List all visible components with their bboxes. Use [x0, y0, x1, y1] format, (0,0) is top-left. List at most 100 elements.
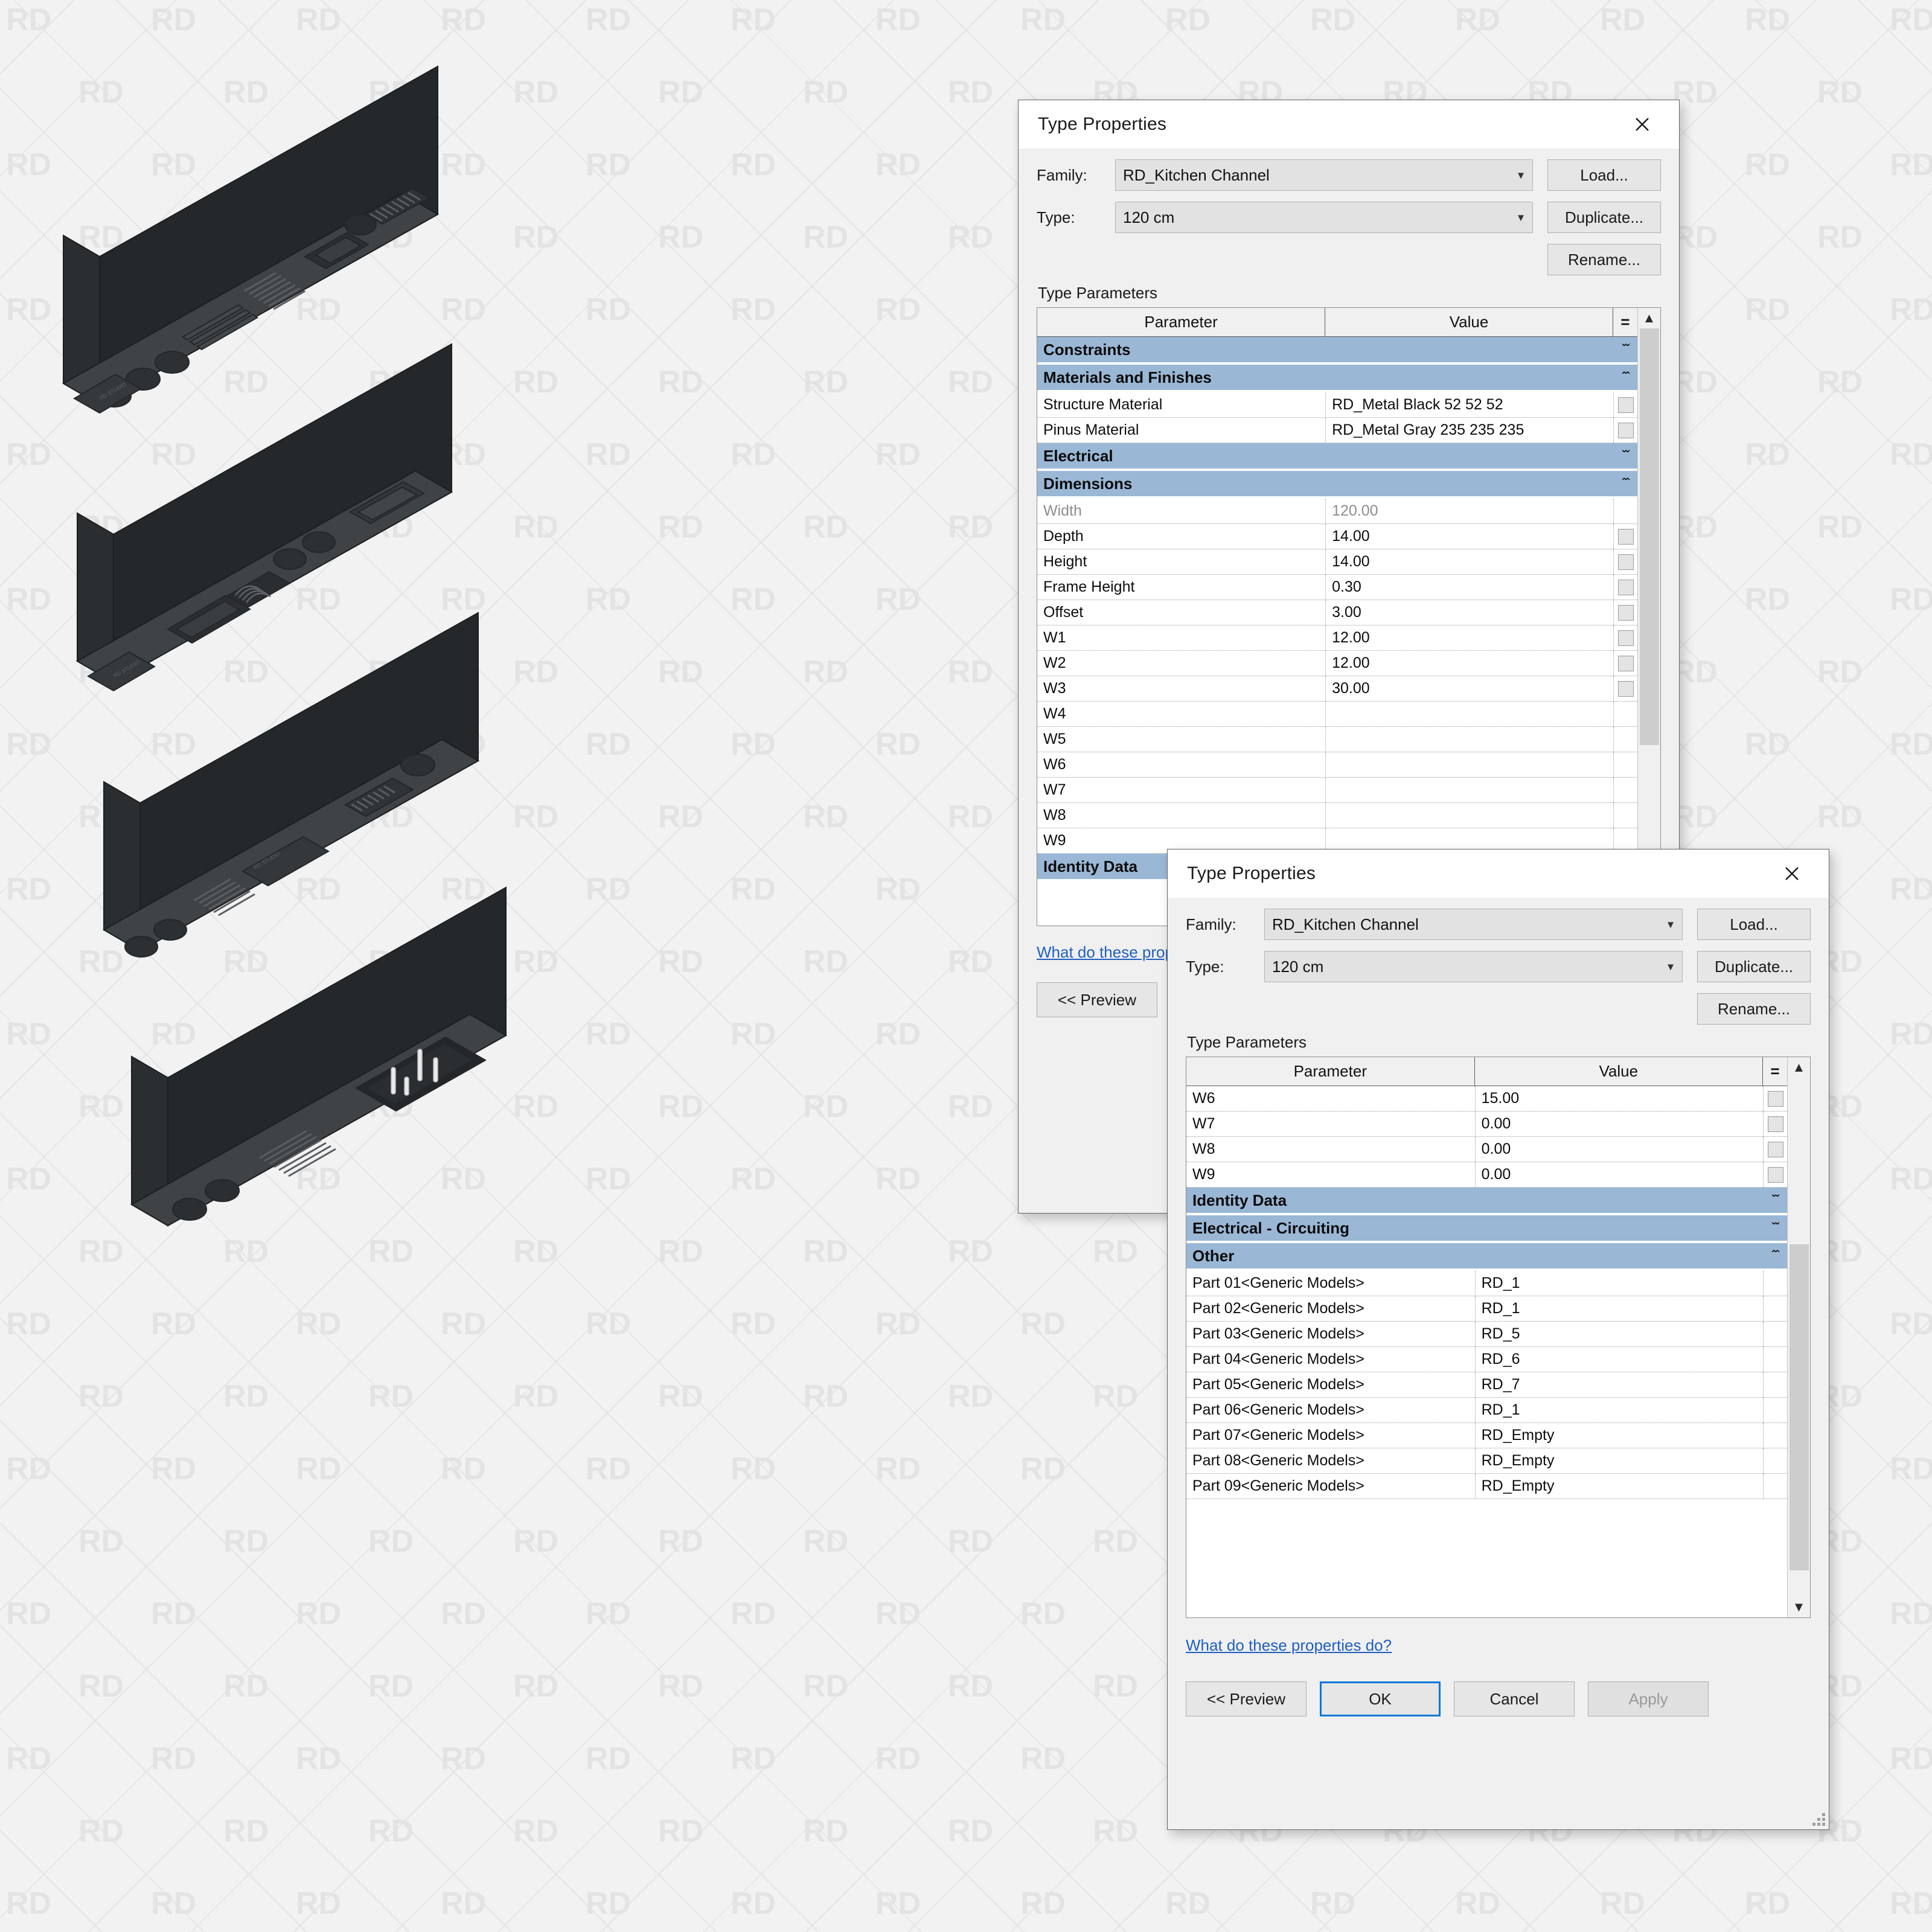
parameter-value-cell[interactable]: 12.00 — [1325, 651, 1613, 676]
parameter-value-cell[interactable]: RD_1 — [1474, 1398, 1763, 1423]
parameter-formula-cell[interactable] — [1763, 1423, 1787, 1448]
table-row[interactable]: W4 — [1037, 702, 1637, 727]
dialog1-titlebar[interactable]: Type Properties — [1019, 100, 1679, 149]
parameter-formula-cell[interactable] — [1613, 418, 1637, 443]
formula-toggle-button[interactable] — [1617, 554, 1634, 570]
parameter-value-cell[interactable]: RD_1 — [1474, 1271, 1763, 1296]
group-collapse-icon[interactable]: ˆˆ — [1622, 477, 1637, 491]
load-button[interactable]: Load... — [1547, 159, 1661, 191]
table-row[interactable]: Part 01<Generic Models> RD_1 — [1186, 1271, 1787, 1296]
load-button[interactable]: Load... — [1697, 909, 1811, 940]
parameter-group-header[interactable]: Electrical ˇˇ — [1037, 443, 1637, 469]
table-row[interactable]: W8 — [1037, 803, 1637, 828]
parameter-formula-cell[interactable] — [1763, 1347, 1787, 1372]
parameter-value-cell[interactable]: RD_1 — [1474, 1296, 1763, 1322]
parameter-value-cell[interactable]: 0.30 — [1325, 575, 1613, 600]
dialog1-parameters-grid[interactable]: Parameter Value = Constraints ˇˇ Materials… — [1037, 307, 1661, 926]
dialog2-titlebar[interactable]: Type Properties — [1168, 849, 1829, 898]
parameter-formula-cell[interactable] — [1763, 1474, 1787, 1499]
parameter-value-cell[interactable]: 14.00 — [1325, 524, 1613, 549]
duplicate-button[interactable]: Duplicate... — [1547, 202, 1661, 233]
dialog1-family-combo[interactable]: RD_Kitchen Channel ▾ — [1115, 159, 1533, 191]
type-properties-dialog-2[interactable]: Type Properties Family: RD_Kitchen Chann… — [1167, 849, 1829, 1830]
formula-toggle-button[interactable] — [1617, 528, 1634, 545]
dialog2-vertical-scrollbar[interactable]: ▲ ▼ — [1787, 1057, 1810, 1617]
table-row[interactable]: Offset 3.00 — [1037, 600, 1637, 625]
parameter-formula-cell[interactable] — [1613, 778, 1637, 803]
table-row[interactable]: Width 120.00 — [1037, 499, 1637, 524]
parameter-formula-cell[interactable] — [1613, 524, 1637, 549]
formula-toggle-button[interactable] — [1617, 604, 1634, 621]
parameter-group-header[interactable]: Other ˆˆ — [1186, 1243, 1787, 1268]
parameter-formula-cell[interactable] — [1613, 392, 1637, 418]
parameter-value-cell[interactable]: RD_Empty — [1474, 1448, 1763, 1474]
cancel-button[interactable]: Cancel — [1454, 1681, 1575, 1716]
table-row[interactable]: Part 05<Generic Models> RD_7 — [1186, 1372, 1787, 1398]
close-icon[interactable] — [1621, 107, 1663, 141]
table-row[interactable]: W7 0.00 — [1186, 1112, 1787, 1137]
parameter-formula-cell[interactable] — [1613, 727, 1637, 752]
parameter-formula-cell[interactable] — [1613, 549, 1637, 575]
parameter-value-cell[interactable] — [1325, 727, 1613, 752]
parameter-group-header[interactable]: Electrical - Circuiting ˇˇ — [1186, 1215, 1787, 1241]
group-collapse-icon[interactable]: ˆˆ — [1622, 371, 1637, 385]
parameter-formula-cell[interactable] — [1613, 702, 1637, 727]
parameter-group-header[interactable]: Identity Data ˇˇ — [1186, 1188, 1787, 1213]
table-row[interactable]: Structure Material RD_Metal Black 52 52 5… — [1037, 392, 1637, 418]
table-row[interactable]: Part 06<Generic Models> RD_1 — [1186, 1398, 1787, 1423]
group-collapse-icon[interactable]: ˇˇ — [1772, 1221, 1787, 1235]
formula-toggle-button[interactable] — [1617, 397, 1634, 413]
group-collapse-icon[interactable]: ˇˇ — [1622, 449, 1637, 463]
parameter-value-cell[interactable]: 12.00 — [1325, 625, 1613, 651]
parameter-value-cell[interactable]: RD_7 — [1474, 1372, 1763, 1398]
parameter-value-cell[interactable]: 30.00 — [1325, 676, 1613, 702]
scrollbar-thumb[interactable] — [1790, 1244, 1809, 1570]
formula-toggle-button[interactable] — [1617, 655, 1634, 671]
parameter-formula-cell[interactable] — [1613, 625, 1637, 651]
parameter-formula-cell[interactable] — [1613, 651, 1637, 676]
table-row[interactable]: W7 — [1037, 778, 1637, 803]
table-row[interactable]: W6 — [1037, 752, 1637, 778]
table-row[interactable]: W5 — [1037, 727, 1637, 752]
apply-button[interactable]: Apply — [1588, 1681, 1709, 1716]
table-row[interactable]: Part 08<Generic Models> RD_Empty — [1186, 1448, 1787, 1474]
parameter-group-header[interactable]: Materials and Finishes ˆˆ — [1037, 365, 1637, 390]
dialog2-help-link[interactable]: What do these properties do? — [1186, 1636, 1392, 1655]
parameter-formula-cell[interactable] — [1613, 600, 1637, 625]
parameter-formula-cell[interactable] — [1613, 803, 1637, 828]
parameter-value-cell[interactable]: RD_Empty — [1474, 1474, 1763, 1499]
parameter-formula-cell[interactable] — [1613, 499, 1637, 524]
group-collapse-icon[interactable]: ˇˇ — [1622, 343, 1637, 357]
parameter-value-cell[interactable]: RD_Metal Gray 235 235 235 — [1325, 418, 1613, 443]
table-row[interactable]: Height 14.00 — [1037, 549, 1637, 575]
dialog1-type-combo[interactable]: 120 cm ▾ — [1115, 202, 1533, 233]
parameter-formula-cell[interactable] — [1763, 1296, 1787, 1322]
table-row[interactable]: Part 04<Generic Models> RD_6 — [1186, 1347, 1787, 1372]
parameter-value-cell[interactable]: 0.00 — [1474, 1162, 1763, 1188]
parameter-formula-cell[interactable] — [1613, 676, 1637, 702]
parameter-value-cell[interactable] — [1325, 778, 1613, 803]
parameter-value-cell[interactable]: 15.00 — [1474, 1086, 1763, 1112]
table-row[interactable]: Part 03<Generic Models> RD_5 — [1186, 1322, 1787, 1347]
parameter-value-cell[interactable]: 3.00 — [1325, 600, 1613, 625]
parameter-formula-cell[interactable] — [1763, 1112, 1787, 1137]
table-row[interactable]: Part 09<Generic Models> RD_Empty — [1186, 1474, 1787, 1499]
parameter-value-cell[interactable]: 14.00 — [1325, 549, 1613, 575]
parameter-formula-cell[interactable] — [1763, 1271, 1787, 1296]
ok-button[interactable]: OK — [1320, 1681, 1441, 1716]
formula-toggle-button[interactable] — [1617, 630, 1634, 646]
parameter-formula-cell[interactable] — [1763, 1372, 1787, 1398]
dialog2-family-combo[interactable]: RD_Kitchen Channel ▾ — [1264, 909, 1683, 940]
formula-toggle-button[interactable] — [1617, 680, 1634, 697]
table-row[interactable]: Depth 14.00 — [1037, 524, 1637, 549]
parameter-formula-cell[interactable] — [1763, 1086, 1787, 1112]
dialog2-preview-button[interactable]: << Preview — [1186, 1681, 1307, 1716]
parameter-group-header[interactable]: Dimensions ˆˆ — [1037, 471, 1637, 496]
dialog2-parameters-grid[interactable]: Parameter Value = W6 15.00 W7 0.00 W8 0.00 W9 0… — [1186, 1057, 1811, 1618]
scroll-up-icon[interactable]: ▲ — [1638, 308, 1660, 328]
parameter-value-cell[interactable]: RD_6 — [1474, 1347, 1763, 1372]
dialog1-preview-button[interactable]: << Preview — [1037, 982, 1157, 1017]
parameter-formula-cell[interactable] — [1763, 1448, 1787, 1474]
parameter-formula-cell[interactable] — [1613, 752, 1637, 778]
scroll-down-icon[interactable]: ▼ — [1788, 1597, 1810, 1617]
